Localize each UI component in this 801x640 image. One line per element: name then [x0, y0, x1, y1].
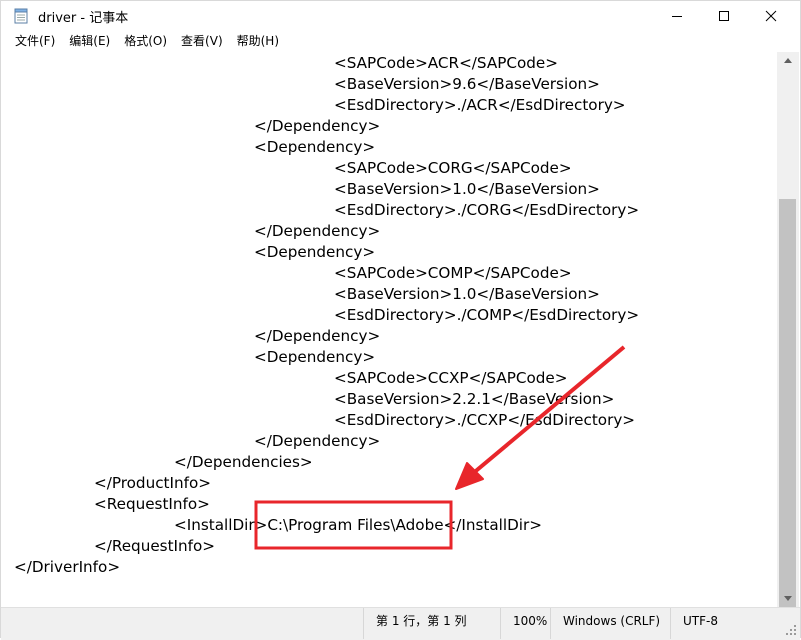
title-bar[interactable]: driver - 记事本	[1, 1, 800, 31]
text-line: </Dependency>	[254, 222, 381, 240]
text-line: <BaseVersion>1.0</BaseVersion>	[334, 180, 600, 198]
menu-file[interactable]: 文件(F)	[8, 31, 62, 52]
vertical-scrollbar[interactable]	[777, 52, 799, 639]
maximize-icon	[719, 11, 729, 21]
status-zoom: 100%	[500, 608, 550, 639]
chevron-down-icon	[784, 596, 792, 601]
notepad-window: driver - 记事本 文件(F) 编辑(E) 格式(O) 查看(V) 帮助(…	[0, 0, 801, 640]
text-line: <Dependency>	[254, 243, 376, 261]
minimize-icon	[672, 16, 682, 17]
text-line: <EsdDirectory>./ACR</EsdDirectory>	[334, 96, 626, 114]
text-line: </RequestInfo>	[94, 537, 216, 555]
close-icon	[765, 10, 777, 22]
text-line: </ProductInfo>	[94, 474, 211, 492]
status-bar: 第 1 行，第 1 列 100% Windows (CRLF) UTF-8	[1, 607, 800, 640]
menu-edit[interactable]: 编辑(E)	[62, 31, 117, 52]
text-line: <EsdDirectory>./COMP</EsdDirectory>	[334, 306, 640, 324]
scrollbar-thumb[interactable]	[779, 199, 796, 639]
resize-grip-icon[interactable]	[785, 624, 797, 636]
minimize-button[interactable]	[654, 1, 700, 31]
text-line: <SAPCode>COMP</SAPCode>	[334, 264, 572, 282]
text-line: <SAPCode>CORG</SAPCode>	[334, 159, 572, 177]
text-line: </Dependency>	[254, 117, 381, 135]
text-line: <BaseVersion>1.0</BaseVersion>	[334, 285, 600, 303]
text-line: <Dependency>	[254, 348, 376, 366]
text-line: <SAPCode>CCXP</SAPCode>	[334, 369, 568, 387]
text-line: <BaseVersion>2.2.1</BaseVersion>	[334, 390, 615, 408]
text-line: <EsdDirectory>./CCXP</EsdDirectory>	[334, 411, 636, 429]
text-line: </Dependency>	[254, 432, 381, 450]
text-line: <InstallDir>C:\Program Files\Adobe</Inst…	[174, 516, 542, 534]
text-line: <BaseVersion>9.6</BaseVersion>	[334, 75, 600, 93]
status-encoding: UTF-8	[670, 608, 780, 639]
window-title: driver - 记事本	[38, 11, 129, 26]
text-editor[interactable]: <SAPCode>ACR</SAPCode> <BaseVersion>9.6<…	[1, 52, 777, 607]
text-line: <RequestInfo>	[94, 495, 210, 513]
menu-help[interactable]: 帮助(H)	[230, 31, 286, 52]
scroll-up-button[interactable]	[777, 52, 799, 69]
text-line: </Dependency>	[254, 327, 381, 345]
maximize-button[interactable]	[701, 1, 747, 31]
text-line: <SAPCode>ACR</SAPCode>	[334, 54, 559, 72]
status-cursor-position: 第 1 行，第 1 列	[363, 608, 500, 639]
text-line: </DriverInfo>	[14, 558, 121, 576]
scroll-down-button[interactable]	[777, 590, 799, 607]
status-line-ending: Windows (CRLF)	[550, 608, 670, 639]
notepad-icon	[14, 8, 28, 24]
menu-bar: 文件(F) 编辑(E) 格式(O) 查看(V) 帮助(H)	[1, 31, 800, 52]
menu-format[interactable]: 格式(O)	[117, 31, 174, 52]
menu-view[interactable]: 查看(V)	[174, 31, 230, 52]
chevron-up-icon	[784, 58, 792, 63]
text-line: <Dependency>	[254, 138, 376, 156]
text-line: </Dependencies>	[174, 453, 313, 471]
text-line: <EsdDirectory>./CORG</EsdDirectory>	[334, 201, 640, 219]
close-button[interactable]	[748, 1, 794, 31]
